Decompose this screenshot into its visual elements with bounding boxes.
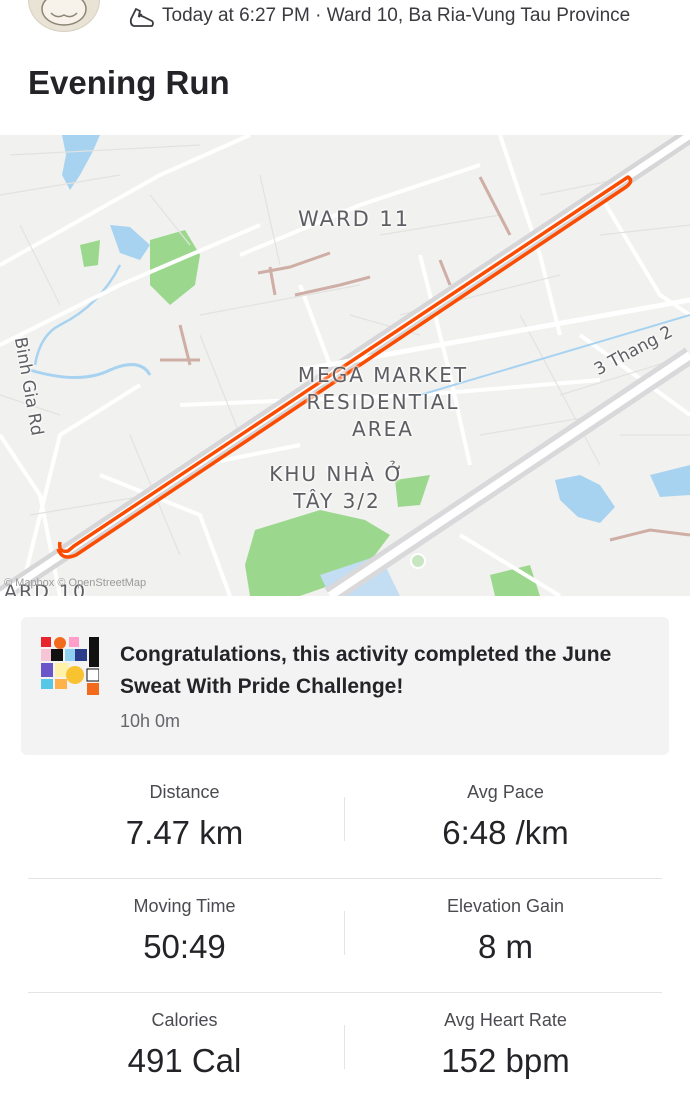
stat-avg-heart-rate: Avg Heart Rate 152 bpm — [349, 1007, 662, 1081]
stat-label: Elevation Gain — [446, 896, 565, 916]
map-label-area-line3: AREA — [352, 417, 414, 441]
map-label-ward11: WARD 11 — [298, 207, 411, 231]
map-label-area-line1: MEGA MARKET — [297, 363, 469, 387]
stat-value: 8 m — [477, 928, 533, 965]
stat-value: 7.47 km — [125, 814, 244, 851]
map-label-area-line2: RESIDENTIAL — [306, 390, 460, 414]
athlete-avatar[interactable] — [28, 0, 100, 32]
stat-divider — [344, 1025, 345, 1069]
stat-value: 50:49 — [143, 928, 226, 965]
activity-header: Today at 6:27 PM · Ward 10, Ba Ria-Vung … — [0, 0, 690, 40]
stat-calories: Calories 491 Cal — [28, 1007, 341, 1081]
stat-avg-pace: Avg Pace 6:48 /km — [349, 779, 662, 853]
challenge-time: 10h 0m — [120, 711, 181, 731]
activity-title: Evening Run — [28, 64, 230, 101]
activity-meta: Today at 6:27 PM · Ward 10, Ba Ria-Vung … — [162, 5, 631, 26]
map-attribution[interactable]: © Mapbox © OpenStreetMap — [4, 577, 146, 589]
stat-elevation-gain: Elevation Gain 8 m — [349, 893, 662, 967]
stat-distance: Distance 7.47 km — [28, 779, 341, 853]
map-label-khu-line2: TÂY 3/2 — [293, 489, 381, 513]
challenge-card[interactable]: Congratulations, this activity completed… — [21, 617, 669, 755]
map-label-khu: KHU NHÀ Ở TÂY 3/2 — [262, 461, 412, 515]
pride-challenge-badge-icon — [41, 637, 99, 695]
running-shoe-icon — [129, 8, 154, 27]
stat-label: Moving Time — [133, 896, 236, 916]
map-label-khu-line1: KHU NHÀ Ở — [269, 462, 405, 486]
stats-row-2: Moving Time 50:49 Elevation Gain 8 m — [28, 879, 662, 993]
stats-row-1: Distance 7.47 km Avg Pace 6:48 /km — [28, 765, 662, 879]
stat-value: 152 bpm — [441, 1042, 570, 1079]
activity-stats: Distance 7.47 km Avg Pace 6:48 /km Movin… — [28, 765, 662, 1106]
stat-value: 6:48 /km — [442, 814, 569, 851]
stat-moving-time: Moving Time 50:49 — [28, 893, 341, 967]
map-label-area: MEGA MARKET RESIDENTIAL AREA — [288, 362, 478, 443]
stat-divider — [344, 911, 345, 955]
route-map[interactable]: WARD 11 MEGA MARKET RESIDENTIAL AREA KHU… — [0, 135, 690, 596]
challenge-message: Congratulations, this activity completed… — [120, 643, 612, 698]
stat-label: Calories — [151, 1010, 218, 1030]
stat-label: Avg Pace — [467, 782, 544, 802]
stat-divider — [344, 797, 345, 841]
stats-row-3: Calories 491 Cal Avg Heart Rate 152 bpm — [28, 993, 662, 1106]
stat-label: Avg Heart Rate — [444, 1010, 567, 1030]
stat-label: Distance — [149, 782, 220, 802]
stat-value: 491 Cal — [127, 1042, 242, 1079]
